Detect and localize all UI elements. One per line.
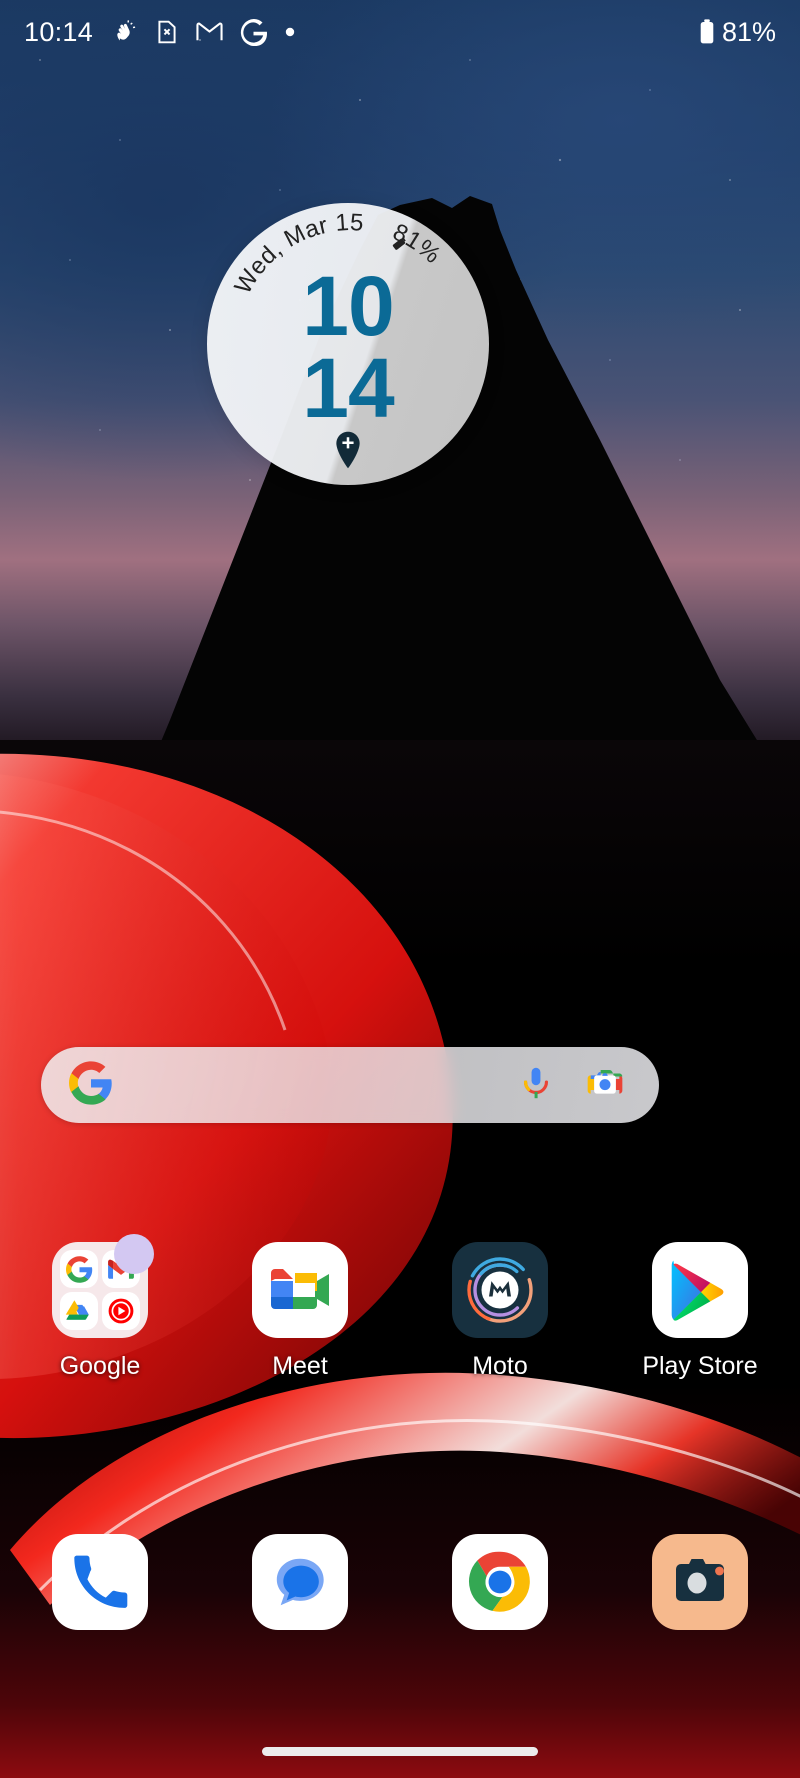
clap-hands-icon xyxy=(117,20,136,41)
google-folder-icon-wrap[interactable] xyxy=(52,1234,154,1338)
app-cell-meet[interactable]: Meet xyxy=(200,1242,400,1381)
moto-icon-wrap[interactable] xyxy=(452,1242,548,1338)
google-search-icon xyxy=(60,1250,98,1288)
meet-icon-wrap[interactable] xyxy=(252,1242,348,1338)
dock-cell-messages[interactable] xyxy=(200,1534,400,1630)
battery-percentage-label: 81% xyxy=(721,16,776,47)
app-cell-google-folder[interactable]: Google xyxy=(0,1234,200,1381)
moto-icon[interactable] xyxy=(452,1242,548,1338)
phone-icon[interactable] xyxy=(52,1534,148,1630)
app-label-moto: Moto xyxy=(472,1352,528,1380)
search-input[interactable] xyxy=(113,1047,517,1123)
clock-widget-minutes: 14 xyxy=(302,341,394,436)
chrome-icon[interactable] xyxy=(452,1534,548,1630)
folder-notification-dot xyxy=(114,1234,154,1274)
play-store-icon-wrap[interactable] xyxy=(652,1242,748,1338)
status-bar[interactable]: 10:14 81% xyxy=(0,0,800,64)
home-screen: 10:14 81% Wed, Mar 15 81% 10 14 Google M… xyxy=(0,0,800,1778)
location-pin-icon[interactable] xyxy=(332,431,364,469)
clock-widget[interactable]: Wed, Mar 15 81% 10 14 xyxy=(207,203,489,485)
status-bar-clock: 10:14 xyxy=(24,16,94,47)
dock-cell-phone[interactable] xyxy=(0,1534,200,1630)
app-label-meet: Meet xyxy=(272,1352,328,1380)
google-meet-icon[interactable] xyxy=(252,1242,348,1338)
messages-icon[interactable] xyxy=(252,1534,348,1630)
status-bar-notification-icons xyxy=(112,18,296,46)
app-cell-moto[interactable]: Moto xyxy=(400,1242,600,1381)
clock-widget-time: 10 14 xyxy=(207,259,489,436)
sim-card-x-icon xyxy=(158,20,176,44)
status-bar-right-cluster: 81% xyxy=(697,17,776,48)
battery-icon xyxy=(700,19,714,44)
gmail-icon xyxy=(196,22,223,41)
google-drive-icon xyxy=(60,1292,98,1330)
camera-icon[interactable] xyxy=(652,1534,748,1630)
google-search-bar[interactable] xyxy=(41,1047,659,1123)
dock-cell-chrome[interactable] xyxy=(400,1534,600,1630)
dock-cell-camera[interactable] xyxy=(600,1534,800,1630)
google-lens-camera-icon[interactable] xyxy=(585,1063,625,1108)
clock-widget-hours: 10 xyxy=(302,259,394,353)
home-gesture-pill[interactable] xyxy=(262,1747,538,1756)
more-notifications-dot-icon xyxy=(285,27,295,37)
dock xyxy=(0,1534,800,1630)
google-icon xyxy=(240,18,268,46)
app-cell-play-store[interactable]: Play Store xyxy=(600,1242,800,1381)
app-label-play-store: Play Store xyxy=(642,1352,758,1380)
youtube-music-icon xyxy=(102,1292,140,1330)
google-play-store-icon[interactable] xyxy=(652,1242,748,1338)
app-label-google: Google xyxy=(59,1352,141,1380)
app-grid-row: Google Meet Moto Play Store xyxy=(0,1234,800,1381)
microphone-icon[interactable] xyxy=(517,1064,555,1107)
google-g-icon xyxy=(69,1060,113,1110)
